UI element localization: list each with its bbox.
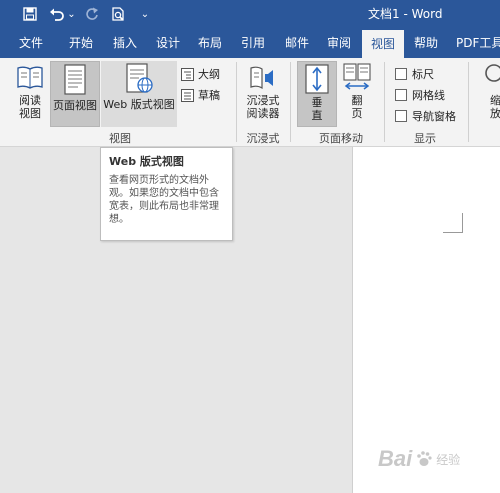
side-to-side-button[interactable]: 翻 页 — [339, 62, 375, 128]
show-group-label: 显示 — [414, 132, 436, 145]
immersive-reader-label: 沉浸式 阅读器 — [246, 94, 280, 120]
tab-home[interactable]: 开始 — [60, 28, 102, 58]
navigation-pane-checkbox[interactable]: 导航窗格 — [395, 108, 456, 124]
print-layout-label: 页面视图 — [53, 99, 97, 112]
draft-label: 草稿 — [198, 89, 220, 102]
tab-pdf-tools[interactable]: PDF工具 — [450, 28, 500, 58]
baidu-watermark: Bai 经验 — [378, 446, 460, 472]
print-layout-icon — [64, 64, 86, 95]
draft-button[interactable]: 草稿 — [181, 87, 220, 103]
web-layout-button[interactable]: Web 版式视图 — [101, 61, 177, 127]
gridlines-checkbox[interactable]: 网格线 — [395, 87, 445, 103]
redo-icon[interactable] — [84, 4, 100, 24]
read-mode-icon — [17, 66, 43, 89]
tab-design[interactable]: 设计 — [147, 28, 189, 58]
vertical-movement-button[interactable]: 垂 直 — [297, 61, 337, 127]
gridlines-label: 网格线 — [412, 89, 445, 102]
page-margin-corner-mark — [443, 213, 463, 233]
views-group-label: 视图 — [109, 132, 131, 145]
tooltip-body: 查看网页形式的文档外观。如果您的文档中包含宽表，则此布局也非常理想。 — [109, 175, 219, 225]
ribbon-tab-bar: 文件 开始 插入 设计 布局 引用 邮件 审阅 视图 帮助 PDF工具 — [0, 28, 500, 58]
tab-references[interactable]: 引用 — [232, 28, 274, 58]
outline-label: 大纲 — [198, 68, 220, 81]
immersive-reader-icon — [250, 66, 273, 90]
ruler-checkbox-box[interactable] — [395, 68, 407, 80]
vertical-movement-label: 垂 直 — [311, 96, 323, 122]
title-bar: ⌄ ⌄ 文档1 - Word — [0, 0, 500, 28]
vertical-scroll-icon — [305, 64, 329, 94]
customize-quick-access-dropdown[interactable]: ⌄ — [139, 4, 151, 24]
window-title: 文档1 - Word — [368, 7, 443, 21]
undo-icon[interactable] — [48, 4, 66, 24]
ruler-checkbox[interactable]: 标尺 — [395, 66, 434, 82]
tab-help[interactable]: 帮助 — [405, 28, 447, 58]
save-icon[interactable] — [20, 4, 40, 24]
tab-mailings[interactable]: 邮件 — [276, 28, 318, 58]
outline-icon — [181, 67, 194, 81]
document-page[interactable] — [352, 147, 500, 493]
undo-dropdown[interactable]: ⌄ — [67, 4, 76, 24]
side-to-side-icon — [343, 63, 371, 90]
tab-layout[interactable]: 布局 — [189, 28, 231, 58]
immersive-reader-button[interactable]: 沉浸式 阅读器 — [240, 62, 286, 128]
tab-file[interactable]: 文件 — [10, 28, 52, 58]
outline-button[interactable]: 大纲 — [181, 66, 220, 82]
immersive-group-label: 沉浸式 — [246, 132, 280, 145]
paw-icon — [417, 451, 432, 466]
tab-review[interactable]: 审阅 — [318, 28, 360, 58]
gridlines-checkbox-box[interactable] — [395, 89, 407, 101]
ribbon-view: 阅读 视图 页面视图 Web 版式视图 大纲 草稿 视图 沉浸式 阅读器 沉浸式… — [0, 58, 500, 147]
read-mode-button[interactable]: 阅读 视图 — [12, 62, 48, 128]
tooltip-title: Web 版式视图 — [109, 155, 184, 168]
zoom-label: 缩 放 — [490, 94, 500, 120]
separator — [236, 62, 237, 142]
read-mode-label: 阅读 视图 — [19, 94, 41, 120]
navigation-pane-checkbox-box[interactable] — [395, 110, 407, 122]
navigation-pane-label: 导航窗格 — [412, 110, 456, 123]
web-layout-label: Web 版式视图 — [103, 98, 175, 111]
ruler-label: 标尺 — [412, 68, 434, 81]
print-preview-icon[interactable] — [109, 4, 127, 24]
zoom-icon — [485, 64, 500, 82]
separator — [468, 62, 469, 142]
separator — [290, 62, 291, 142]
tab-insert[interactable]: 插入 — [104, 28, 146, 58]
watermark-logo-text: Bai — [378, 446, 413, 471]
separator — [384, 62, 385, 142]
watermark-sub-text: 经验 — [436, 452, 461, 467]
zoom-button[interactable]: 缩 放 — [478, 62, 500, 128]
web-layout-icon — [126, 63, 153, 93]
side-to-side-label: 翻 页 — [351, 94, 363, 120]
page-movement-group-label: 页面移动 — [319, 132, 363, 145]
web-layout-tooltip: Web 版式视图 查看网页形式的文档外观。如果您的文档中包含宽表，则此布局也非常… — [100, 147, 233, 241]
draft-icon — [181, 88, 194, 102]
print-layout-button[interactable]: 页面视图 — [50, 61, 100, 127]
tab-view[interactable]: 视图 — [362, 30, 404, 58]
